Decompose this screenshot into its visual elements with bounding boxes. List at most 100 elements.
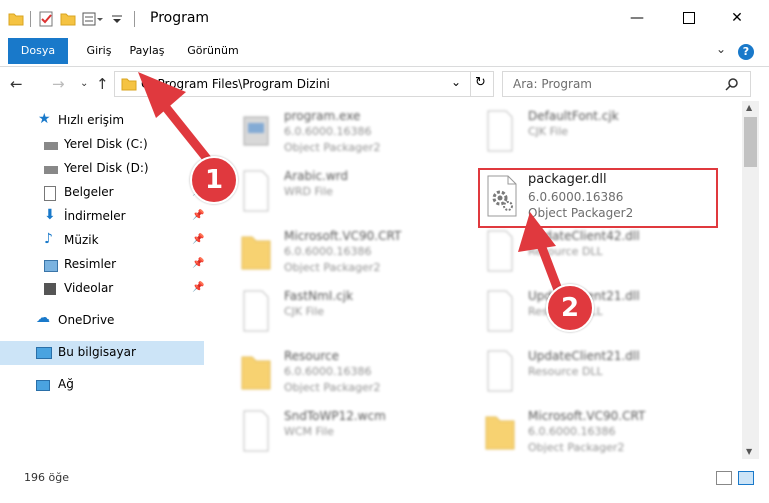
address-path[interactable]: C:\Program Files\Program Dizini [141, 77, 330, 91]
sidebar-item-network[interactable]: Ağ [0, 373, 204, 397]
list-item[interactable]: FastNmI.cjk CJK File [238, 287, 478, 347]
file-icon [243, 410, 269, 452]
chevron-down-icon: ⌄ [80, 78, 89, 89]
address-bar[interactable]: C:\Program Files\Program Dizini ⌄ ↻ [114, 71, 494, 97]
item-count: 196 öğe [24, 471, 69, 484]
tab-file[interactable]: Dosya [8, 38, 68, 64]
list-item[interactable]: UpdateClient42.dll Resource DLL [482, 227, 722, 287]
new-folder-icon[interactable] [60, 11, 76, 27]
list-item[interactable]: UpdateClient21.dll Resource DLL [482, 287, 722, 347]
file-icon [243, 170, 269, 212]
cloud-icon: ☁ [36, 310, 50, 326]
expand-ribbon-icon[interactable]: ⌄ [716, 42, 726, 56]
network-icon [36, 380, 50, 391]
dll-file-icon [487, 350, 513, 392]
pin-icon[interactable]: 📌 [192, 258, 204, 269]
sidebar-item-this-pc[interactable]: Bu bilgisayar [0, 341, 204, 365]
title-bar: Program — ✕ [0, 0, 769, 36]
folder-icon [241, 356, 271, 390]
search-input[interactable]: Ara: Program [513, 77, 592, 91]
details-view-icon[interactable] [716, 471, 732, 485]
dll-file-icon [487, 230, 513, 272]
chevron-down-icon[interactable] [110, 11, 124, 27]
step-badge-1: 1 [190, 156, 238, 204]
star-icon: ★ [38, 111, 51, 127]
forward-button[interactable]: → [52, 75, 65, 93]
search-box[interactable]: Ara: Program [502, 71, 751, 97]
sidebar-item-onedrive[interactable]: ☁ OneDrive [0, 309, 204, 333]
music-icon: ♪ [44, 231, 53, 247]
close-button[interactable]: ✕ [714, 0, 760, 36]
sidebar-item-pictures[interactable]: Resimler 📌 [0, 253, 204, 277]
close-icon: ✕ [731, 10, 743, 26]
file-version: 6.0.6000.16386 [528, 190, 624, 204]
tab-home[interactable]: Giriş [76, 40, 122, 62]
ribbon: Dosya Giriş Paylaş Görünüm ⌄ ? [0, 36, 769, 67]
sidebar-item-local-disk-d[interactable]: Yerel Disk (D:) [0, 157, 204, 181]
drive-icon [44, 142, 58, 150]
file-list: program.exe 6.0.6000.16386 Object Packag… [208, 101, 742, 459]
tab-view[interactable]: Görünüm [180, 40, 246, 62]
vertical-scrollbar[interactable]: ▲ ▼ [742, 101, 759, 459]
list-item[interactable]: program.exe 6.0.6000.16386 Object Packag… [238, 107, 478, 167]
scrollbar-thumb[interactable] [744, 117, 757, 167]
sidebar-item-music[interactable]: ♪ Müzik 📌 [0, 229, 204, 253]
sidebar-item-videos[interactable]: Videolar 📌 [0, 277, 204, 301]
drive-icon [44, 166, 58, 174]
highlighted-file-packager-dll[interactable]: packager.dll 6.0.6000.16386 Object Packa… [478, 168, 718, 228]
list-item[interactable]: Arabic.wrd WRD File [238, 167, 478, 227]
maximize-button[interactable] [666, 0, 712, 36]
customize-toolbar-icon[interactable] [82, 11, 104, 27]
help-icon[interactable]: ? [738, 44, 754, 60]
pin-icon[interactable]: 📌 [192, 282, 204, 293]
address-dropdown-icon[interactable]: ⌄ [451, 75, 461, 89]
file-icon [243, 290, 269, 332]
file-description: Object Packager2 [528, 206, 634, 220]
arrow-left-icon: ← [10, 75, 23, 93]
back-button[interactable]: ← [10, 75, 23, 93]
pin-icon[interactable]: 📌 [192, 210, 204, 221]
dll-file-icon [487, 290, 513, 332]
search-icon[interactable] [725, 77, 739, 91]
pin-icon[interactable]: 📌 [192, 234, 204, 245]
sidebar-item-local-disk-c[interactable]: Yerel Disk (C:) [0, 133, 204, 157]
list-item[interactable]: UpdateClient21.dll Resource DLL [482, 347, 722, 407]
navigation-pane: ★ Hızlı erişim Yerel Disk (C:) Yerel Dis… [0, 101, 208, 459]
minimize-icon: — [630, 10, 644, 26]
list-item[interactable]: DefaultFont.cjk CJK File [482, 107, 722, 167]
list-item[interactable]: Microsoft.VC90.CRT 6.0.6000.16386 Object… [482, 407, 722, 459]
file-icon [487, 110, 513, 152]
list-item[interactable]: Microsoft.VC90.CRT 6.0.6000.16386 Object… [238, 227, 478, 287]
properties-icon[interactable] [38, 11, 54, 27]
list-item[interactable]: SndToWP12.wcm WCM File [238, 407, 478, 459]
large-icons-view-icon[interactable] [738, 471, 754, 485]
sidebar-item-documents[interactable]: Belgeler 📌 [0, 181, 204, 205]
window-title: Program [150, 10, 210, 26]
pictures-icon [44, 260, 58, 272]
folder-icon [121, 78, 137, 91]
navigation-bar: ← → ⌄ ↑ C:\Program Files\Program Dizini … [0, 67, 769, 101]
sidebar-item-quick-access[interactable]: ★ Hızlı erişim [0, 109, 204, 133]
sidebar-item-downloads[interactable]: ⬇ İndirmeler 📌 [0, 205, 204, 229]
folder-icon [241, 236, 271, 270]
up-button[interactable]: ↑ [96, 75, 109, 93]
list-item[interactable]: Resource 6.0.6000.16386 Object Packager2 [238, 347, 478, 407]
folder-icon [485, 416, 515, 450]
tab-share[interactable]: Paylaş [124, 40, 170, 62]
document-icon [44, 186, 56, 201]
file-name: packager.dll [528, 172, 607, 187]
scroll-up-icon[interactable]: ▲ [746, 103, 752, 112]
video-icon [44, 283, 56, 295]
application-icon [243, 116, 269, 146]
arrow-right-icon: → [52, 75, 65, 93]
computer-icon [36, 347, 52, 359]
folder-icon [8, 13, 24, 26]
recent-locations-button[interactable]: ⌄ [80, 78, 88, 89]
maximize-icon [683, 12, 695, 24]
download-icon: ⬇ [44, 207, 56, 223]
scroll-down-icon[interactable]: ▼ [746, 447, 752, 456]
minimize-button[interactable]: — [614, 0, 660, 36]
dll-gear-icon [487, 175, 517, 217]
refresh-icon[interactable]: ↻ [475, 75, 486, 90]
status-bar: 196 öğe [0, 459, 769, 503]
